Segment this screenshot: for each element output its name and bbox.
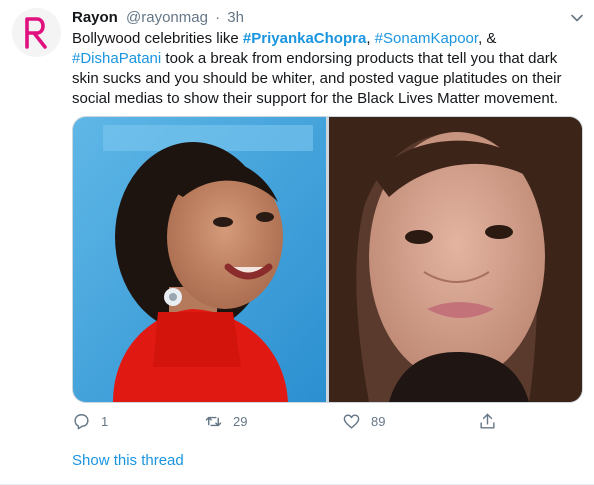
hashtag-link[interactable]: #SonamKapoor <box>375 30 478 47</box>
retweet-count: 29 <box>233 414 248 429</box>
hashtag-link[interactable]: #PriyankaChopra <box>243 30 366 47</box>
retweet-icon <box>205 416 222 427</box>
author-handle[interactable]: @rayonmag <box>126 9 208 26</box>
retweet-action[interactable]: 29 <box>204 412 247 431</box>
author-name[interactable]: Rayon <box>72 9 118 26</box>
like-count: 89 <box>371 414 386 429</box>
text-segment: Bollywood celebrities like <box>72 30 243 47</box>
separator-dot: · <box>215 9 221 26</box>
reply-action[interactable]: 1 <box>72 412 108 431</box>
tweet-header: Rayon @rayonmag · 3h <box>72 9 582 29</box>
show-thread-link[interactable]: Show this thread <box>72 452 184 469</box>
tweet-time[interactable]: 3h <box>227 9 244 26</box>
photo-woman-selfie-icon[interactable] <box>329 117 582 402</box>
rayon-logo-icon <box>24 16 47 49</box>
tweet-actions: 1 29 89 <box>72 412 502 434</box>
tweet-card[interactable]: Rayon @rayonmag · 3h Bollywood celebriti… <box>0 0 594 485</box>
photo-woman-red-dress-icon[interactable] <box>73 117 326 402</box>
share-action[interactable] <box>478 412 497 431</box>
text-segment: , & <box>478 30 497 47</box>
heart-icon <box>343 414 360 429</box>
tweet-text: Bollywood celebrities like #PriyankaChop… <box>72 29 582 109</box>
hashtag-link[interactable]: #DishaPatani <box>72 50 161 67</box>
like-action[interactable]: 89 <box>342 412 385 431</box>
chevron-down-icon[interactable] <box>570 11 584 25</box>
avatar[interactable] <box>12 8 61 57</box>
share-icon <box>480 413 495 429</box>
reply-count: 1 <box>101 414 109 429</box>
reply-icon <box>74 414 89 430</box>
media-grid <box>72 116 583 403</box>
text-segment: , <box>366 30 375 47</box>
